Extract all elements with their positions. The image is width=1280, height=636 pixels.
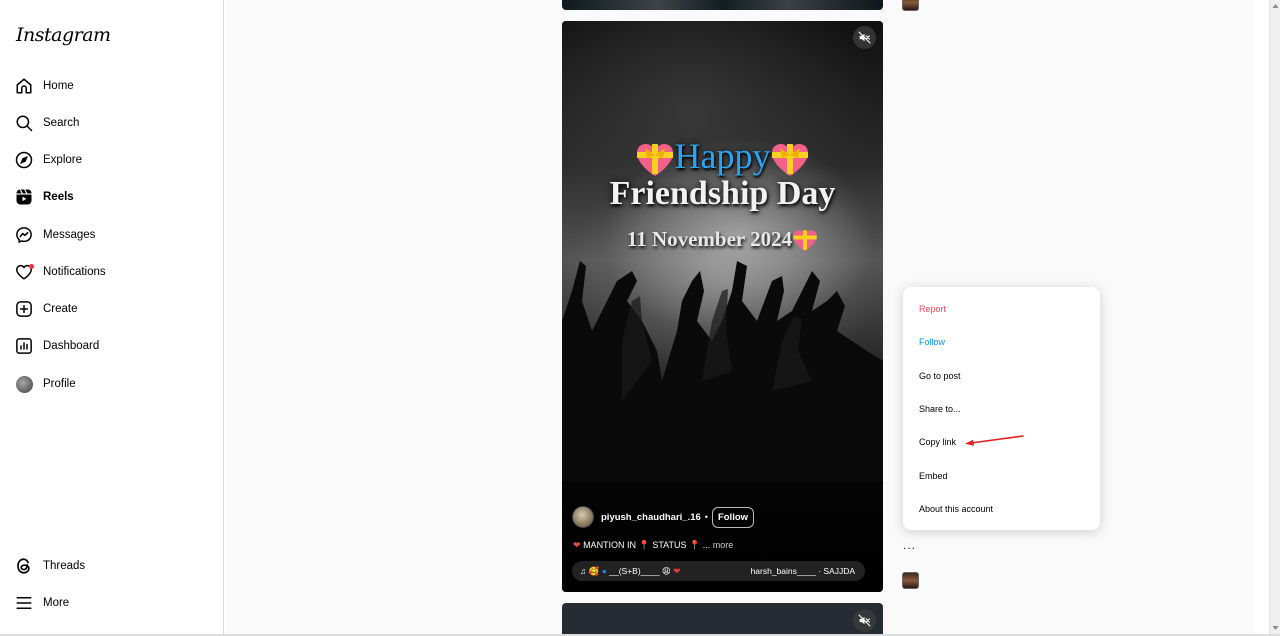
sidebar-item-create[interactable]: Create xyxy=(12,291,212,327)
menu-item-copy-link[interactable]: Copy link xyxy=(919,437,956,447)
scroll-up-arrow-icon[interactable] xyxy=(1272,3,1279,9)
mute-toggle-button[interactable] xyxy=(853,609,876,632)
audio-thumbnail[interactable] xyxy=(902,572,919,589)
instagram-logo[interactable]: Instagram xyxy=(16,24,111,46)
sidebar-item-search[interactable]: Search xyxy=(12,105,212,141)
red-heart-icon: ❤ xyxy=(673,565,681,576)
crowd-silhouette xyxy=(562,261,883,481)
gift-heart-icon xyxy=(635,142,675,178)
sidebar-item-notifications[interactable]: Notifications xyxy=(12,254,212,290)
previous-reel[interactable] xyxy=(562,0,883,10)
sidebar-item-label: Dashboard xyxy=(43,340,100,352)
sidebar-item-label: Create xyxy=(43,303,78,315)
author-username[interactable]: piyush_chaudhari_.16 xyxy=(601,512,701,523)
reels-icon xyxy=(12,185,36,209)
sidebar-item-explore[interactable]: Explore xyxy=(12,142,212,178)
scroll-down-arrow-icon[interactable] xyxy=(1272,625,1279,631)
sidebar-item-label: Explore xyxy=(43,154,82,166)
dashboard-icon xyxy=(12,334,36,358)
heart-icon xyxy=(12,260,36,284)
sidebar-item-home[interactable]: Home xyxy=(12,68,212,104)
more-options-button[interactable]: ... xyxy=(903,538,916,552)
menu-item-follow[interactable]: Follow xyxy=(919,337,945,347)
reel-title-date: 11 November 2024 xyxy=(562,227,883,253)
pin-emoji-icon: 📍 xyxy=(689,540,701,550)
sidebar-item-label: Home xyxy=(43,80,74,92)
vertical-scrollbar[interactable] xyxy=(1269,0,1280,634)
more-options-menu: Report Follow Go to post Share to... Cop… xyxy=(903,287,1100,530)
messenger-icon xyxy=(12,223,36,247)
audio-left: ♫ 🥰 ● __(S+B)____ 😩 ❤ xyxy=(580,565,681,576)
menu-item-share-to[interactable]: Share to... xyxy=(919,404,961,414)
menu-item-go-to-post[interactable]: Go to post xyxy=(919,371,961,381)
threads-icon xyxy=(12,554,36,578)
compass-icon xyxy=(12,148,36,172)
avatar xyxy=(15,375,33,393)
reel-caption[interactable]: ❤ MANTION IN 📍 STATUS 📍 ... more xyxy=(573,540,733,551)
sidebar-item-label: Reels xyxy=(43,191,74,203)
sidebar-item-reels[interactable]: Reels xyxy=(12,179,212,215)
sidebar: Instagram Home Search Explore Reels Mess… xyxy=(0,0,224,634)
notification-badge xyxy=(29,264,34,269)
sidebar-item-label: Messages xyxy=(43,229,96,241)
sidebar-item-label: Profile xyxy=(43,378,76,390)
audio-right: harsh_bains____ · SAJJDA xyxy=(750,566,855,576)
follow-button[interactable]: Follow xyxy=(711,506,755,528)
sidebar-item-threads[interactable]: Threads xyxy=(12,548,212,584)
sidebar-item-label: More xyxy=(43,597,70,609)
gift-heart-icon xyxy=(770,142,810,178)
separator-dot: • xyxy=(704,512,708,522)
reel-video[interactable]: Happy Friendship Day 11 November 2024 pi… xyxy=(562,21,883,592)
search-icon xyxy=(12,111,36,135)
music-note-icon: ♫ xyxy=(580,565,587,576)
sidebar-item-profile[interactable]: Profile xyxy=(12,366,212,402)
plus-square-icon xyxy=(12,297,36,321)
reel-title-friendship-day: Friendship Day xyxy=(609,175,836,212)
menu-item-report[interactable]: Report xyxy=(919,304,946,314)
sidebar-item-more[interactable]: More xyxy=(12,585,212,621)
profile-avatar xyxy=(12,372,36,396)
sidebar-item-label: Threads xyxy=(43,560,86,572)
menu-item-embed[interactable]: Embed xyxy=(919,471,948,481)
reel-title-happy: Happy xyxy=(562,135,883,178)
reel-author-row: piyush_chaudhari_.16 • Follow xyxy=(572,506,755,528)
sidebar-item-label: Search xyxy=(43,117,80,129)
sidebar-item-messages[interactable]: Messages xyxy=(12,217,212,253)
next-reel[interactable] xyxy=(562,603,883,636)
gift-heart-icon xyxy=(792,229,818,253)
nazar-emoji-icon: ● xyxy=(601,565,607,576)
sidebar-item-dashboard[interactable]: Dashboard xyxy=(12,328,212,364)
menu-item-about-account[interactable]: About this account xyxy=(919,504,993,514)
sidebar-item-label: Notifications xyxy=(43,266,106,278)
home-icon xyxy=(12,74,36,98)
previous-reel-audio-thumbnail[interactable] xyxy=(902,0,919,11)
author-avatar[interactable] xyxy=(572,506,594,528)
heart-emoji-icon: ❤ xyxy=(573,540,581,550)
emoji-icon: 😩 xyxy=(661,565,671,576)
mute-toggle-button[interactable] xyxy=(853,26,876,49)
pin-emoji-icon: 📍 xyxy=(638,540,650,550)
audio-info-bar[interactable]: ♫ 🥰 ● __(S+B)____ 😩 ❤ harsh_bains____ · … xyxy=(572,561,865,581)
speaker-muted-icon xyxy=(858,614,871,627)
speaker-muted-icon xyxy=(858,31,871,44)
caption-more-link[interactable]: more xyxy=(713,540,734,550)
emoji-icon: 🥰 xyxy=(588,565,600,576)
hamburger-icon xyxy=(12,591,36,615)
